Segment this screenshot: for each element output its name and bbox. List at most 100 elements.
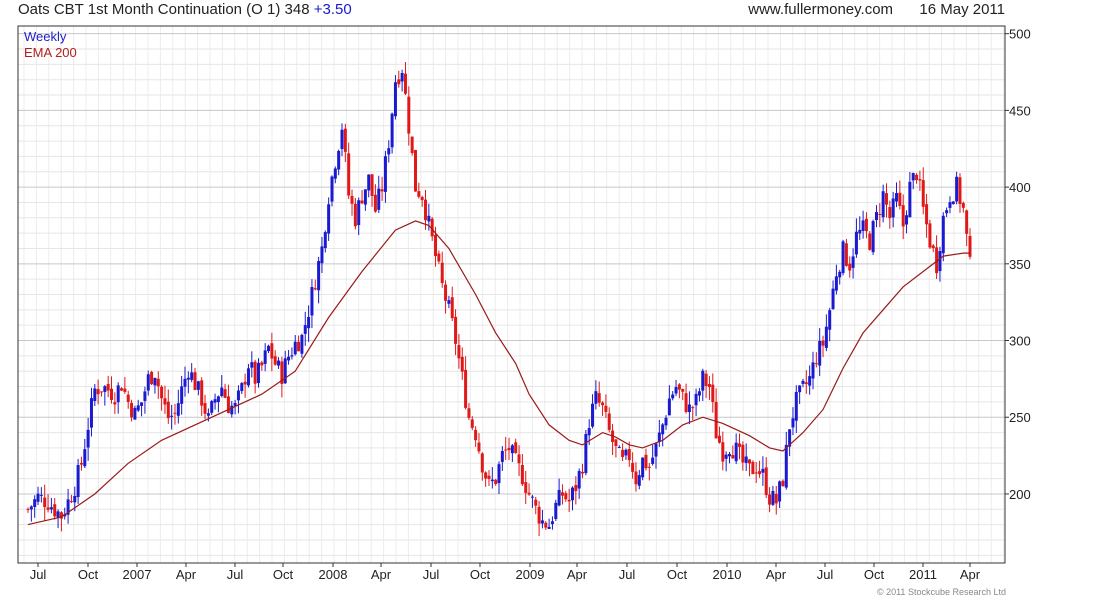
candle-body <box>587 428 591 436</box>
candle-body <box>407 96 411 134</box>
candle-body <box>290 355 294 357</box>
candle-body <box>808 376 812 386</box>
candle-body <box>357 200 361 226</box>
candle-body <box>895 193 899 202</box>
x-tick-label: 2011 <box>909 567 937 582</box>
candle-body <box>223 389 227 398</box>
candle-body <box>637 475 641 486</box>
candle-body <box>427 215 431 222</box>
candle-body <box>323 232 327 248</box>
candle-body <box>684 393 688 412</box>
candle-body <box>591 403 595 427</box>
candle-body <box>437 253 441 262</box>
candle-body <box>654 443 658 457</box>
candle-body <box>634 471 638 485</box>
candle-body <box>467 408 471 418</box>
candle-body <box>424 199 428 221</box>
candle-body <box>818 340 822 366</box>
candle-body <box>413 150 417 192</box>
candle-body <box>146 374 150 391</box>
candle-body <box>570 487 574 501</box>
candle-body <box>751 461 755 475</box>
candle-body <box>500 451 504 462</box>
candle-body <box>617 446 621 448</box>
candle-body <box>661 424 665 435</box>
candle-body <box>140 402 144 406</box>
candle-body <box>550 521 554 525</box>
candle-body <box>380 189 384 192</box>
x-tick-label: Jul <box>30 567 47 582</box>
candle-body <box>834 276 838 291</box>
candle-body <box>687 404 691 413</box>
candle-body <box>337 150 341 170</box>
candle-body <box>965 210 969 234</box>
candle-body <box>387 148 391 155</box>
x-tick-label: Apr <box>960 567 981 582</box>
candle-body <box>370 174 374 196</box>
y-tick-label: 300 <box>1009 334 1031 349</box>
candle-body <box>173 412 177 414</box>
candle-body <box>744 456 748 463</box>
candle-body <box>741 444 745 463</box>
candle-body <box>373 194 377 212</box>
candle-body <box>203 403 207 414</box>
candle-body <box>824 326 828 348</box>
candle-body <box>343 128 347 152</box>
candle-body <box>470 419 474 428</box>
candle-body <box>400 73 404 82</box>
candle-body <box>353 203 357 227</box>
candle-body <box>410 136 414 154</box>
candle-body <box>667 398 671 416</box>
candle-body <box>898 192 902 206</box>
x-tick-label: Apr <box>567 567 588 582</box>
candle-body <box>26 508 30 510</box>
candle-body <box>297 341 301 352</box>
candle-body <box>300 334 304 354</box>
candle-body <box>814 363 818 365</box>
candle-body <box>891 198 895 218</box>
candle-body <box>110 388 114 400</box>
candle-body <box>176 403 180 416</box>
candle-body <box>577 470 581 489</box>
candle-body <box>434 234 438 257</box>
candle-body <box>103 386 107 392</box>
candle-body <box>527 492 531 495</box>
candle-body <box>514 442 518 454</box>
candle-body <box>454 316 458 344</box>
candle-body <box>738 443 742 447</box>
candle-body <box>581 471 585 474</box>
candle-body <box>287 356 291 361</box>
candle-body <box>794 391 798 421</box>
candle-body <box>440 262 444 284</box>
x-tick-label: Jul <box>423 567 440 582</box>
candle-body <box>530 496 534 498</box>
candle-body <box>958 177 962 205</box>
candle-body <box>317 261 321 291</box>
candle-body <box>120 388 124 391</box>
candle-body <box>487 475 491 479</box>
y-tick-label: 400 <box>1009 180 1031 195</box>
candle-body <box>931 245 935 249</box>
candle-body <box>367 174 371 191</box>
candle-body <box>948 202 952 208</box>
candle-body <box>99 391 103 393</box>
candle-body <box>29 506 33 510</box>
candle-body <box>644 454 648 469</box>
candle-body <box>537 506 541 524</box>
candle-body <box>126 394 130 403</box>
candle-body <box>731 455 735 459</box>
candle-body <box>133 407 137 420</box>
candle-body <box>397 79 401 85</box>
x-tick-label: Oct <box>78 567 99 582</box>
candle-body <box>183 378 187 387</box>
candle-body <box>307 316 311 329</box>
candle-body <box>604 405 608 412</box>
candle-body <box>724 454 728 459</box>
candle-body <box>233 403 237 406</box>
candle-body <box>624 449 628 456</box>
candle-body <box>925 204 929 225</box>
candle-body <box>841 241 845 274</box>
candle-body <box>681 388 685 392</box>
candle-body <box>597 393 601 403</box>
candle-body <box>554 502 558 519</box>
